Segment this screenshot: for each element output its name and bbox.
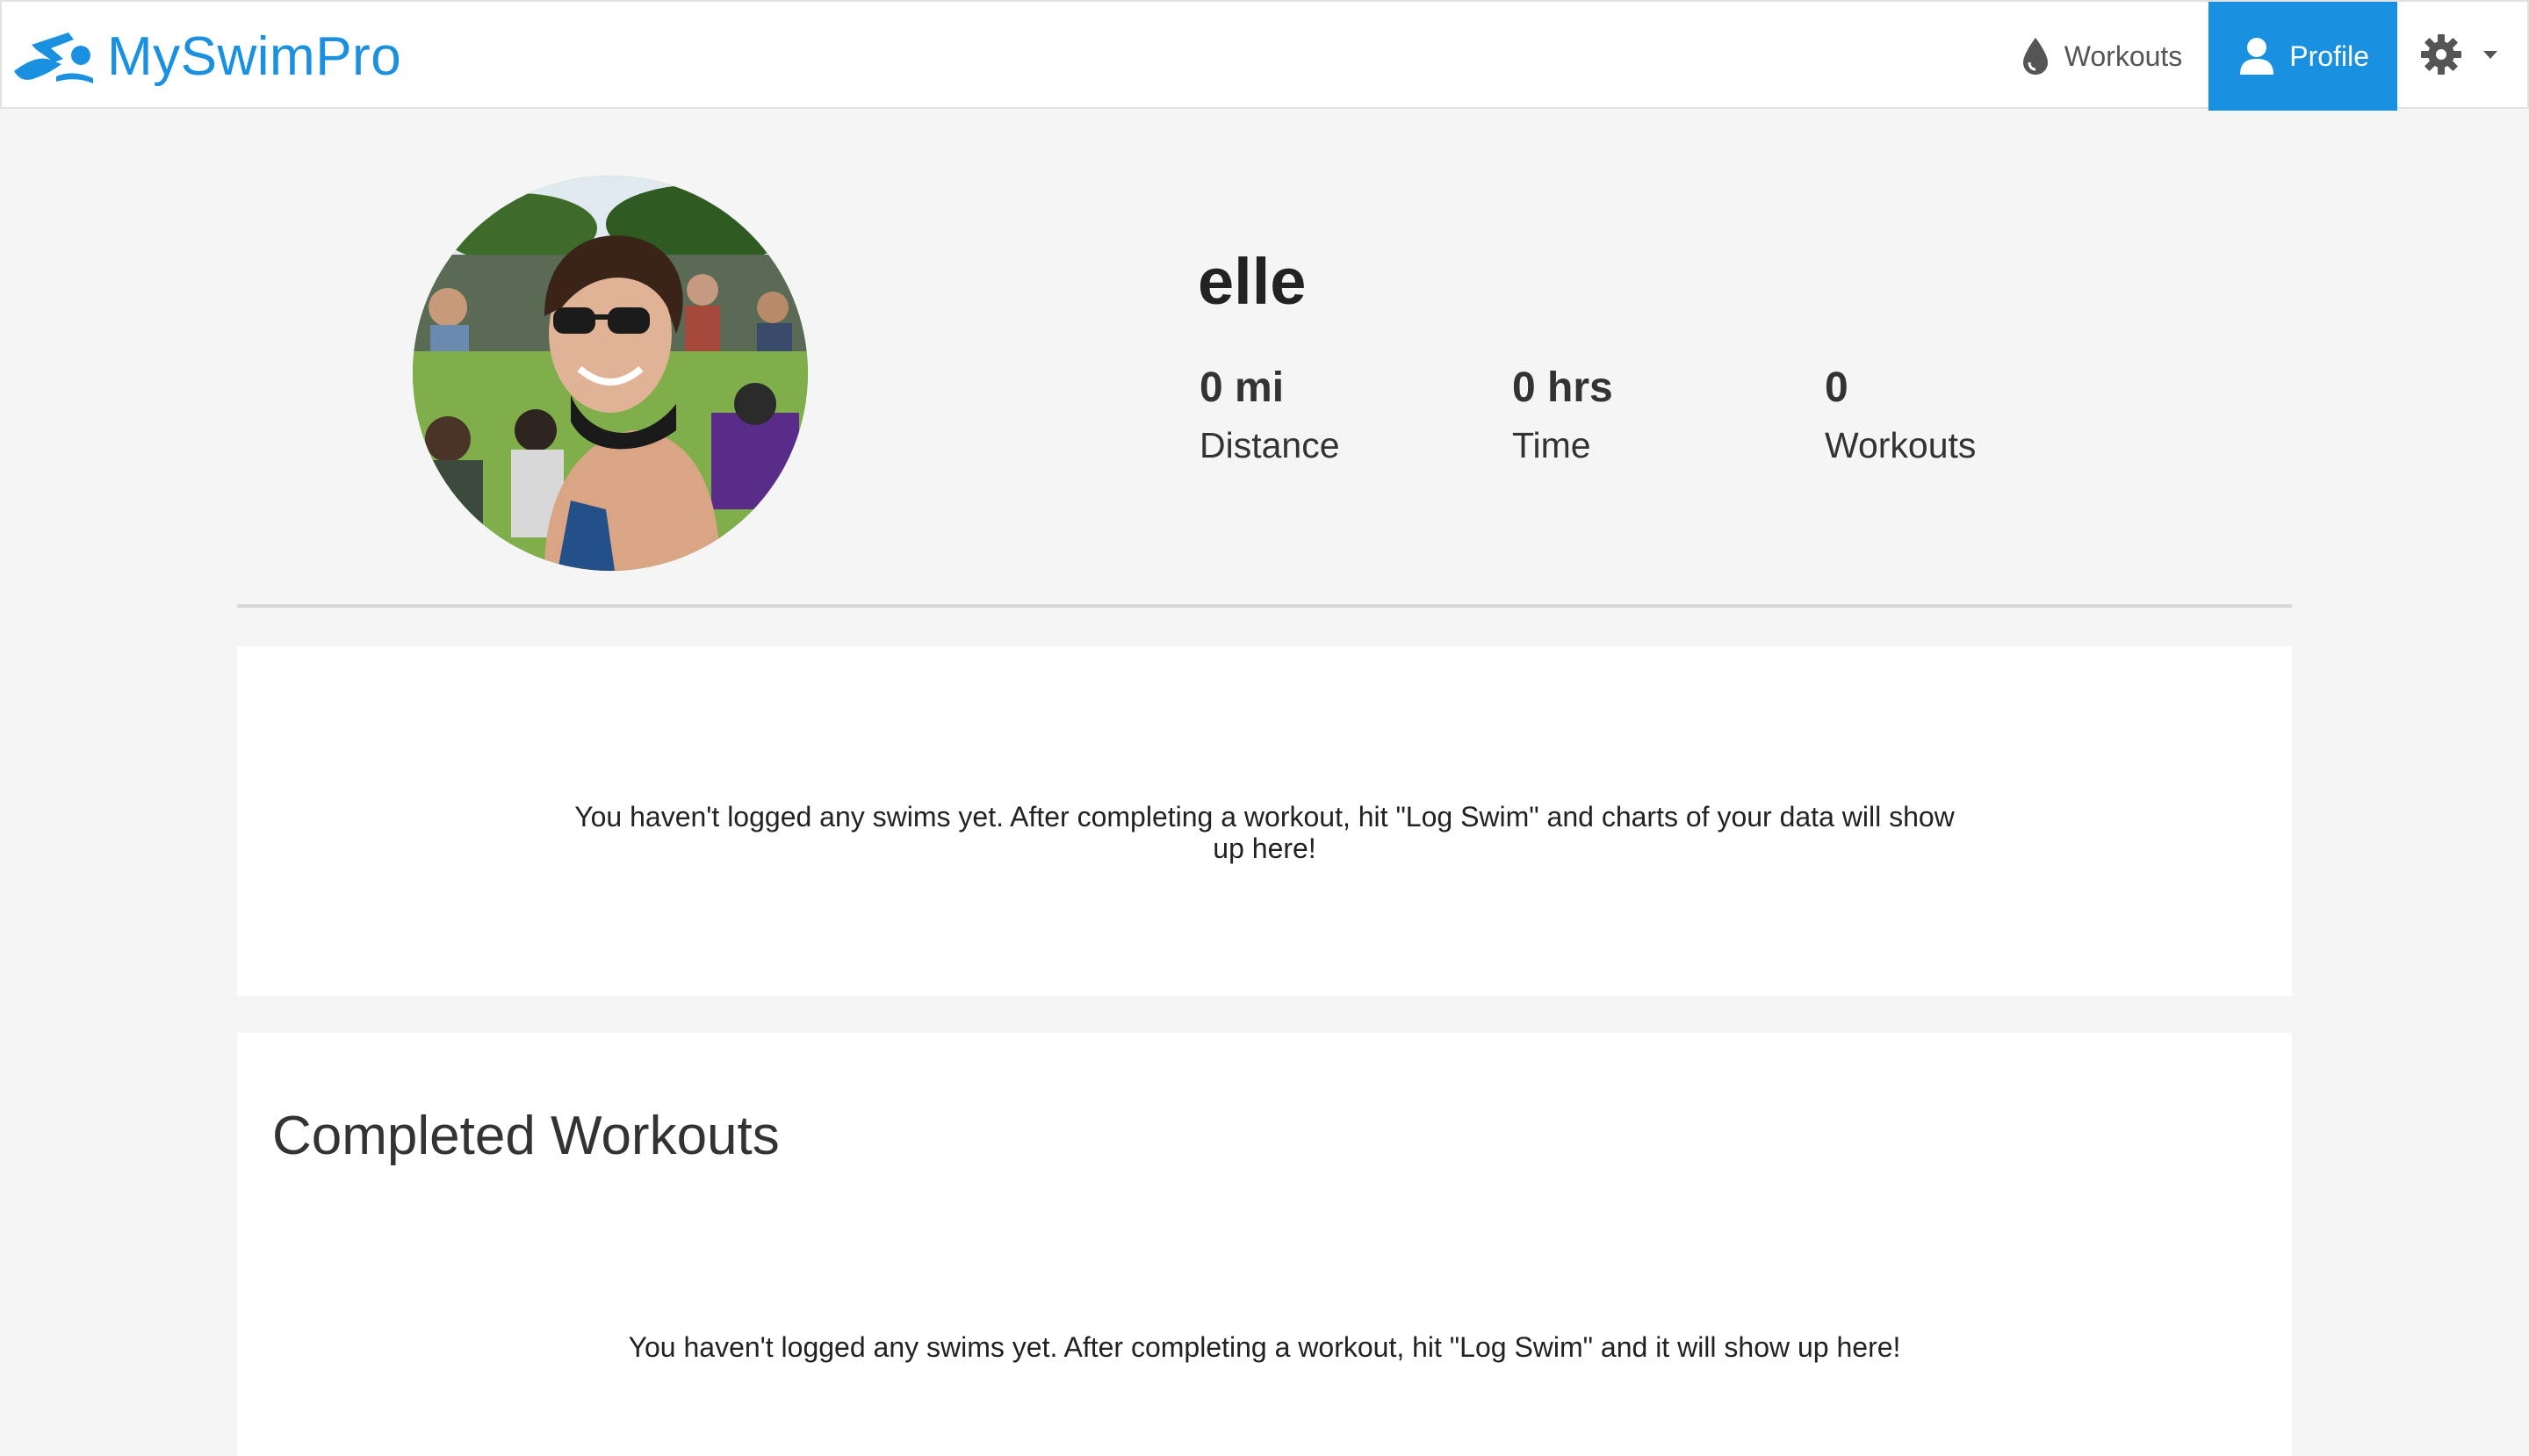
stat-value: 0 hrs bbox=[1512, 364, 1613, 411]
gear-icon bbox=[2420, 33, 2462, 80]
chevron-down-icon bbox=[2483, 48, 2497, 64]
brand-name: MySwimPro bbox=[107, 25, 402, 87]
user-icon bbox=[2238, 36, 2275, 76]
avatar bbox=[413, 176, 808, 571]
nav-menu: Workouts Profile bbox=[1994, 2, 2527, 111]
stat-distance: 0 mi Distance bbox=[1200, 362, 1340, 467]
stat-time: 0 hrs Time bbox=[1512, 362, 1613, 467]
nav-profile-label: Profile bbox=[2289, 40, 2369, 72]
swimmer-logo-icon bbox=[14, 32, 93, 83]
charts-empty-message: You haven't logged any swims yet. After … bbox=[574, 801, 1955, 864]
section-divider bbox=[237, 604, 2292, 608]
charts-card: You haven't logged any swims yet. After … bbox=[237, 646, 2292, 996]
stat-workouts: 0 Workouts bbox=[1825, 362, 1976, 467]
stat-value: 0 mi bbox=[1200, 364, 1285, 411]
profile-username: elle bbox=[1198, 245, 1307, 318]
drop-icon bbox=[2021, 36, 2050, 76]
profile-photo bbox=[413, 176, 808, 571]
top-navbar: MySwimPro Workouts Profile bbox=[0, 0, 2529, 111]
stat-label: Time bbox=[1512, 425, 1591, 465]
brand-link[interactable]: MySwimPro bbox=[11, 23, 401, 90]
completed-workouts-card: Completed Workouts You haven't logged an… bbox=[237, 1033, 2292, 1456]
completed-workouts-empty-message: You haven't logged any swims yet. After … bbox=[628, 1331, 1901, 1363]
completed-workouts-title: Completed Workouts bbox=[272, 1106, 780, 1166]
nav-workouts-link[interactable]: Workouts bbox=[1994, 2, 2209, 111]
nav-profile-link[interactable]: Profile bbox=[2208, 2, 2397, 111]
stat-label: Workouts bbox=[1825, 425, 1977, 465]
stat-label: Distance bbox=[1200, 425, 1340, 465]
stat-value: 0 bbox=[1825, 364, 1848, 411]
nav-workouts-label: Workouts bbox=[2064, 40, 2183, 72]
settings-dropdown-toggle[interactable] bbox=[2397, 2, 2527, 111]
